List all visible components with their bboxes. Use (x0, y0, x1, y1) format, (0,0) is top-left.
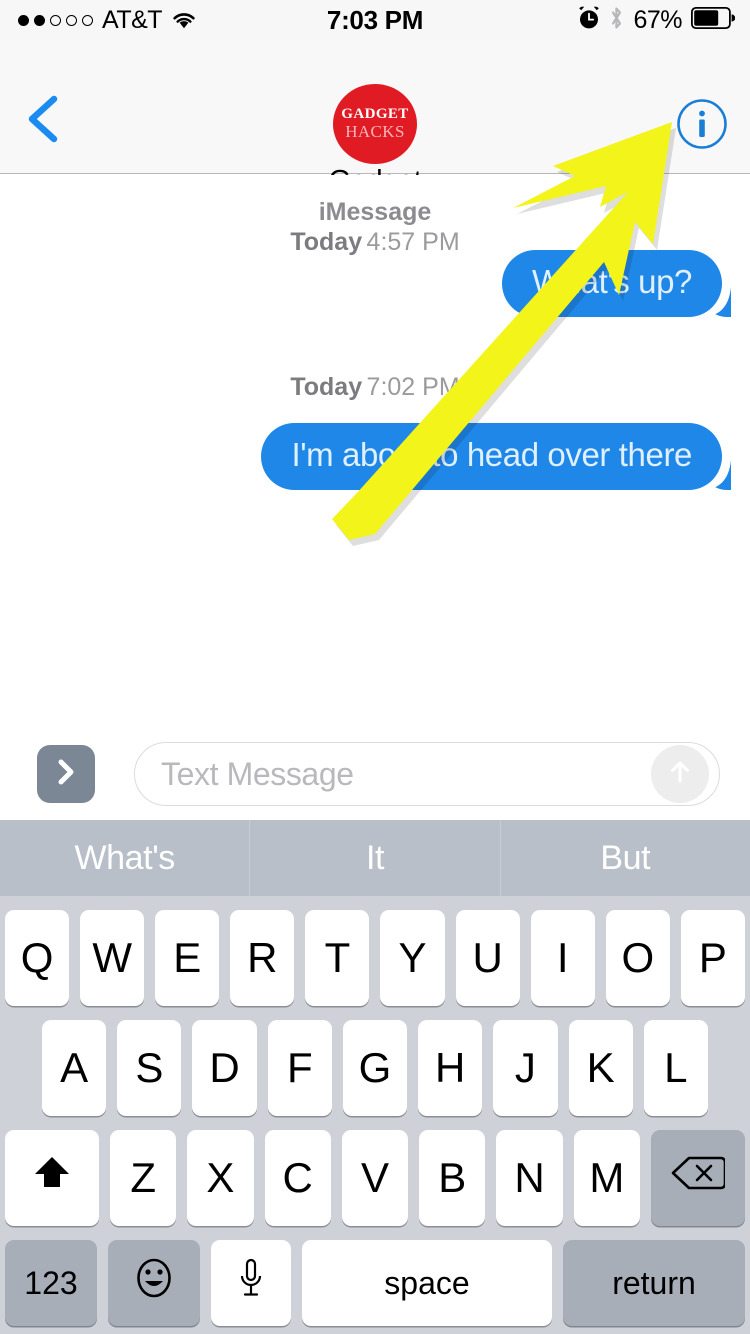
shift-key[interactable] (5, 1130, 99, 1226)
keyboard-row-4: 123 space return (0, 1240, 750, 1326)
key-r[interactable]: R (230, 910, 295, 1006)
prediction-1[interactable]: What's (0, 820, 249, 896)
conversation-thread: iMessage Today 4:57 PM What's up? Today … (0, 175, 750, 728)
contact-avatar[interactable]: GADGET HACKS (333, 84, 417, 164)
delete-key[interactable] (650, 1130, 745, 1226)
key-z[interactable]: Z (110, 1130, 177, 1226)
key-w[interactable]: W (80, 910, 145, 1006)
prediction-2[interactable]: It (249, 820, 499, 896)
key-l[interactable]: L (643, 1020, 708, 1116)
prediction-3[interactable]: But (499, 820, 750, 896)
message-row-1: What's up? (0, 250, 750, 317)
arrow-up-circle-icon (663, 755, 697, 794)
key-h[interactable]: H (418, 1020, 483, 1116)
message-bubble-outgoing-2[interactable]: I'm about to head over there (261, 423, 722, 490)
send-button[interactable] (651, 745, 709, 803)
info-button[interactable] (676, 98, 728, 150)
key-y[interactable]: Y (380, 910, 445, 1006)
key-q[interactable]: Q (5, 910, 70, 1006)
messages-screen: AT&T 7:03 PM 67% GADGET HACKS iMessage T… (0, 0, 750, 1334)
message-day-2: Today (290, 373, 363, 401)
key-m[interactable]: M (573, 1130, 640, 1226)
status-bar: AT&T 7:03 PM 67% (0, 0, 750, 40)
dictation-key[interactable] (211, 1240, 291, 1326)
message-row-2: I'm about to head over there (0, 423, 750, 490)
key-e[interactable]: E (155, 910, 220, 1006)
text-message-field[interactable]: Text Message (134, 742, 720, 806)
smiley-face-icon (132, 1255, 176, 1311)
numbers-key[interactable]: 123 (5, 1240, 97, 1326)
key-g[interactable]: G (342, 1020, 408, 1116)
key-b[interactable]: B (419, 1130, 486, 1226)
message-meta-2: Today 7:02 PM (0, 373, 750, 403)
chevron-right-icon (53, 757, 79, 792)
imessage-service-label: iMessage (318, 198, 432, 226)
emoji-key[interactable] (108, 1240, 200, 1326)
key-a[interactable]: A (42, 1020, 107, 1116)
key-p[interactable]: P (680, 910, 745, 1006)
message-composer-bar: Text Message (0, 728, 750, 820)
avatar-line-1: GADGET (341, 106, 409, 123)
key-k[interactable]: K (568, 1020, 633, 1116)
key-s[interactable]: S (117, 1020, 182, 1116)
navigation-bar: GADGET HACKS Gadget (0, 40, 750, 197)
key-t[interactable]: T (305, 910, 370, 1006)
keyboard-row-2: A S D F G H J K L (0, 1020, 750, 1116)
key-n[interactable]: N (496, 1130, 563, 1226)
shift-arrow-up-icon (29, 1151, 75, 1205)
back-button[interactable] (22, 94, 66, 144)
predictive-text-bar: What's It But (0, 820, 750, 896)
expand-apps-button[interactable] (37, 745, 95, 803)
avatar-line-2: HACKS (345, 122, 405, 142)
key-c[interactable]: C (264, 1130, 331, 1226)
key-d[interactable]: D (192, 1020, 257, 1116)
key-o[interactable]: O (605, 910, 670, 1006)
backspace-delete-icon (671, 1153, 727, 1203)
return-key[interactable]: return (563, 1240, 745, 1326)
key-x[interactable]: X (187, 1130, 254, 1226)
onscreen-keyboard: Q W E R T Y U I O P A S D F G H J K L Z … (0, 896, 750, 1334)
message-bubble-outgoing-1[interactable]: What's up? (501, 250, 722, 317)
message-meta-1: iMessage Today 4:57 PM (0, 198, 750, 257)
key-v[interactable]: V (341, 1130, 409, 1226)
text-message-placeholder: Text Message (161, 755, 354, 792)
key-i[interactable]: I (530, 910, 595, 1006)
avatar-circle: GADGET HACKS (333, 84, 417, 164)
key-j[interactable]: J (493, 1020, 558, 1116)
key-f[interactable]: F (267, 1020, 332, 1116)
keyboard-row-3: Z X C V B N M (0, 1130, 750, 1226)
space-key[interactable]: space (302, 1240, 552, 1326)
status-bar-clock: 7:03 PM (326, 4, 424, 35)
microphone-icon (236, 1256, 266, 1310)
key-u[interactable]: U (455, 910, 520, 1006)
message-time-2: 7:02 PM (366, 373, 460, 401)
keyboard-row-1: Q W E R T Y U I O P (0, 910, 750, 1006)
